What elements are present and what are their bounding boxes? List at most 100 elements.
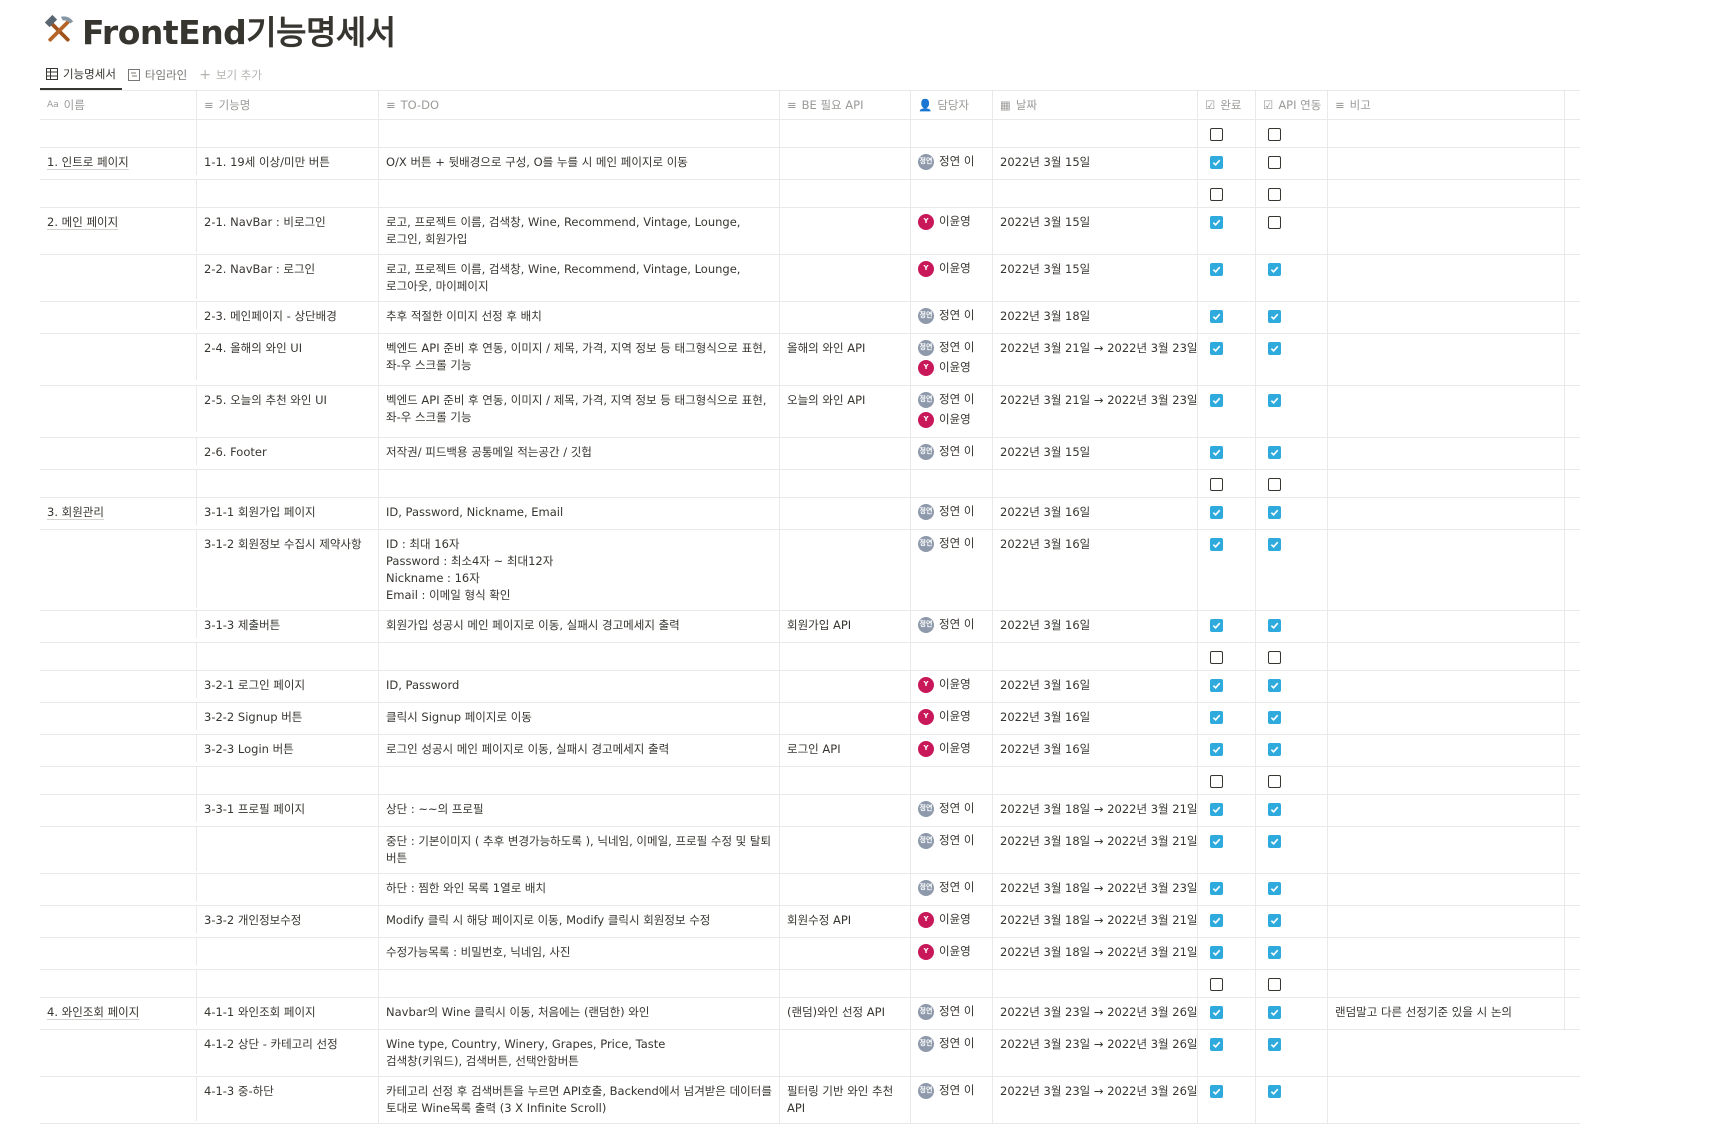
cell-api-linked[interactable] (1256, 970, 1328, 997)
cell-date[interactable] (993, 970, 1198, 997)
cell-note[interactable] (1328, 498, 1580, 529)
cell-be-api[interactable] (780, 120, 911, 147)
cell-name[interactable] (40, 795, 197, 822)
cell-api-linked[interactable] (1256, 302, 1328, 333)
assignee-chip[interactable]: Y 이윤영 (918, 708, 985, 725)
assignee-chip[interactable]: 정연 정연 이 (918, 1035, 985, 1052)
cell-done[interactable] (1198, 735, 1256, 766)
cell-done[interactable] (1198, 795, 1256, 826)
cell-api-linked[interactable] (1256, 643, 1328, 670)
cell-date[interactable]: 2022년 3월 18일 → 2022년 3월 21일 (993, 795, 1198, 826)
cell-todo[interactable]: Navbar의 Wine 클릭시 이동, 처음에는 (랜덤한) 와인 (379, 998, 780, 1029)
table-row[interactable]: 3-2-3 Login 버튼 로그인 성공시 메인 페이지로 이동, 실패시 경고… (40, 735, 1580, 767)
cell-todo[interactable]: 상단 : ~~의 프로필 (379, 795, 780, 826)
cell-feature[interactable] (197, 643, 379, 670)
cell-note[interactable] (1328, 334, 1580, 385)
done-checkbox[interactable] (1210, 882, 1223, 895)
cell-api-linked[interactable] (1256, 255, 1328, 301)
table-row[interactable]: 3-2-2 Signup 버튼 클릭시 Signup 페이지로 이동 Y 이윤영 202… (40, 703, 1580, 735)
cell-api-linked[interactable] (1256, 180, 1328, 207)
cell-assignee[interactable]: 정연 정연 이 (911, 827, 993, 873)
cell-name[interactable] (40, 302, 197, 329)
cell-todo[interactable] (379, 643, 780, 670)
cell-api-linked[interactable] (1256, 735, 1328, 766)
cell-date[interactable]: 2022년 3월 23일 → 2022년 3월 26일 (993, 998, 1198, 1029)
assignee-chip[interactable]: 정연 정연 이 (918, 339, 985, 356)
cell-assignee[interactable]: Y 이윤영 (911, 208, 993, 254)
cell-date[interactable]: 2022년 3월 23일 → 2022년 3월 26일 (993, 1030, 1198, 1076)
assignee-chip[interactable]: 정연 정연 이 (918, 535, 985, 552)
cell-be-api[interactable] (780, 530, 911, 610)
cell-feature[interactable]: 3-1-1 회원가입 페이지 (197, 498, 379, 529)
cell-done[interactable] (1198, 255, 1256, 301)
done-checkbox[interactable] (1210, 651, 1223, 664)
cell-api-linked[interactable] (1256, 703, 1328, 734)
cell-todo[interactable]: 벡엔드 API 준비 후 연동, 이미지 / 제목, 가격, 지역 정보 등 태… (379, 386, 780, 437)
api-linked-checkbox[interactable] (1268, 1006, 1281, 1019)
cell-be-api[interactable]: 로그인 API (780, 735, 911, 766)
cell-date[interactable]: 2022년 3월 18일 → 2022년 3월 21일 (993, 827, 1198, 873)
breadcrumb[interactable] (42, 0, 192, 4)
cell-api-linked[interactable] (1256, 938, 1328, 969)
done-checkbox[interactable] (1210, 946, 1223, 959)
cell-note[interactable] (1328, 438, 1580, 469)
done-checkbox[interactable] (1210, 216, 1223, 229)
assignee-chip[interactable]: Y 이윤영 (918, 740, 985, 757)
cell-name[interactable] (40, 970, 197, 997)
cell-date[interactable]: 2022년 3월 15일 (993, 438, 1198, 469)
cell-api-linked[interactable] (1256, 874, 1328, 905)
cell-done[interactable] (1198, 334, 1256, 385)
cell-be-api[interactable]: 오늘의 와인 API (780, 386, 911, 437)
cell-todo[interactable] (379, 767, 780, 794)
cell-feature[interactable] (197, 874, 379, 905)
column-header-todo[interactable]: ≡ TO-DO (379, 91, 780, 119)
cell-note[interactable]: 랜덤말고 다른 선정기준 있을 시 논의 (1328, 998, 1580, 1029)
cell-note[interactable] (1328, 1030, 1580, 1076)
cell-assignee[interactable]: 정연 정연 이 (911, 438, 993, 469)
cell-done[interactable] (1198, 970, 1256, 997)
cell-done[interactable] (1198, 498, 1256, 529)
done-checkbox[interactable] (1210, 263, 1223, 276)
cell-api-linked[interactable] (1256, 998, 1328, 1029)
cell-be-api[interactable] (780, 208, 911, 254)
cell-todo[interactable]: 로고, 프로젝트 이름, 검색창, Wine, Recommend, Vinta… (379, 208, 780, 254)
done-checkbox[interactable] (1210, 506, 1223, 519)
cell-feature[interactable]: 3-2-3 Login 버튼 (197, 735, 379, 766)
assignee-chip[interactable]: Y 이윤영 (918, 213, 985, 230)
hammer-and-pick-icon[interactable] (42, 13, 76, 47)
cell-feature[interactable] (197, 470, 379, 497)
cell-note[interactable] (1328, 643, 1580, 670)
cell-assignee[interactable]: 정연 정연 이 (911, 998, 993, 1029)
cell-todo[interactable] (379, 120, 780, 147)
cell-todo[interactable]: 수정가능목록 : 비밀번호, 닉네임, 사진 (379, 938, 780, 969)
assignee-chip[interactable]: 정연 정연 이 (918, 800, 985, 817)
cell-note[interactable] (1328, 470, 1580, 497)
cell-assignee[interactable]: Y 이윤영 (911, 938, 993, 969)
table-row[interactable] (40, 767, 1580, 795)
cell-api-linked[interactable] (1256, 767, 1328, 794)
cell-note[interactable] (1328, 735, 1580, 766)
cell-name[interactable] (40, 735, 197, 762)
cell-note[interactable] (1328, 703, 1580, 734)
cell-todo[interactable]: Modify 클릭 시 해당 페이지로 이동, Modify 클릭시 회원정보 … (379, 906, 780, 937)
api-linked-checkbox[interactable] (1268, 882, 1281, 895)
cell-name[interactable] (40, 120, 197, 147)
cell-api-linked[interactable] (1256, 208, 1328, 254)
cell-date[interactable]: 2022년 3월 15일 (993, 255, 1198, 301)
api-linked-checkbox[interactable] (1268, 188, 1281, 201)
api-linked-checkbox[interactable] (1268, 946, 1281, 959)
api-linked-checkbox[interactable] (1268, 711, 1281, 724)
assignee-chip[interactable]: Y 이윤영 (918, 359, 985, 376)
cell-name[interactable] (40, 703, 197, 730)
cell-be-api[interactable] (780, 795, 911, 826)
api-linked-checkbox[interactable] (1268, 538, 1281, 551)
api-linked-checkbox[interactable] (1268, 216, 1281, 229)
cell-api-linked[interactable] (1256, 827, 1328, 873)
cell-name[interactable] (40, 938, 197, 965)
done-checkbox[interactable] (1210, 342, 1223, 355)
cell-feature[interactable] (197, 120, 379, 147)
cell-api-linked[interactable] (1256, 498, 1328, 529)
cell-feature[interactable]: 2-3. 메인페이지 - 상단배경 (197, 302, 379, 333)
cell-assignee[interactable] (911, 767, 993, 794)
cell-todo[interactable]: 로그인 성공시 메인 페이지로 이동, 실패시 경고메세지 출력 (379, 735, 780, 766)
